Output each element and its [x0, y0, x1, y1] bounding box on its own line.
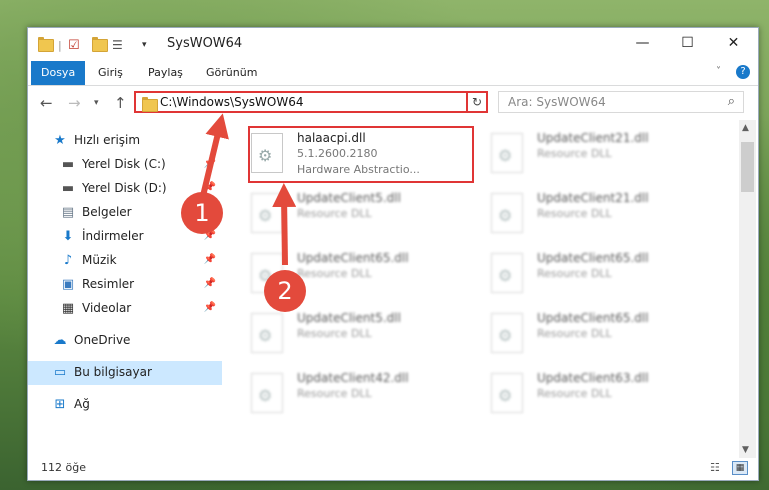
- annotation-arrows: [200, 113, 297, 266]
- callout-2: 2: [264, 270, 306, 312]
- arrow-to-dll-file: [272, 183, 297, 266]
- arrow-to-address-bar: [200, 113, 229, 197]
- callout-1: 1: [181, 192, 223, 234]
